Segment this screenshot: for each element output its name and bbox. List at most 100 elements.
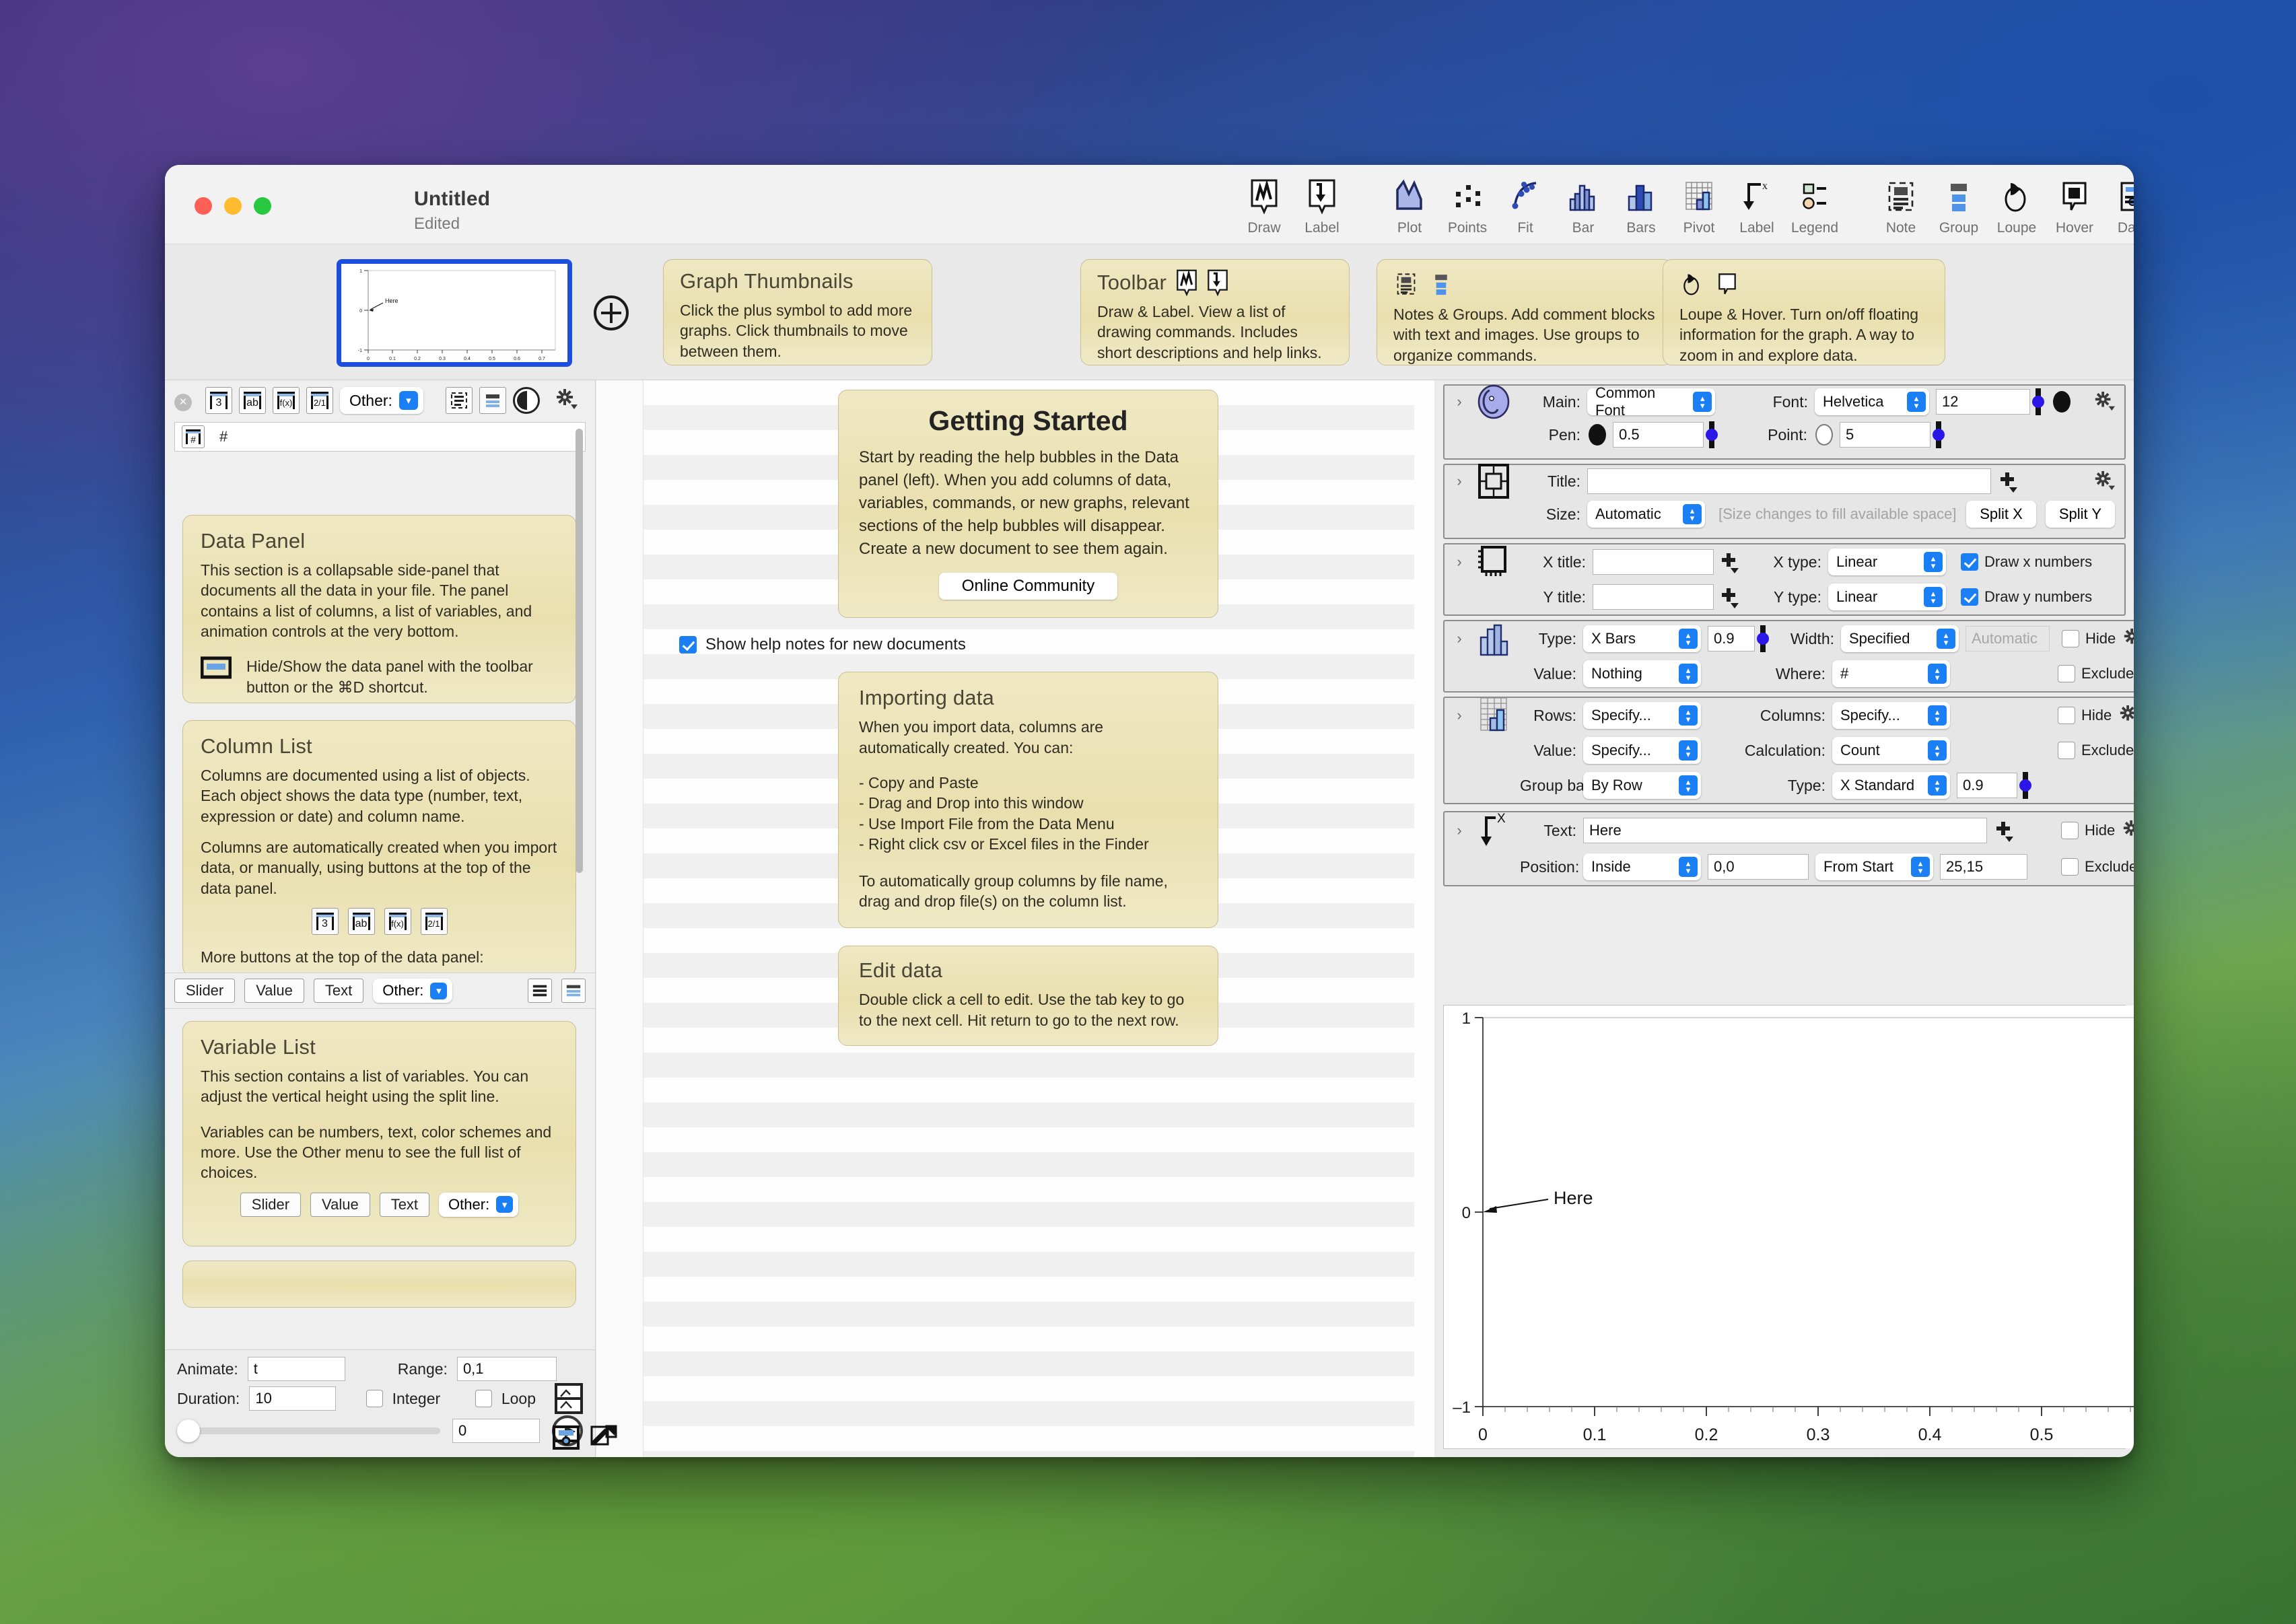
duration-input[interactable]: 10 <box>249 1386 337 1411</box>
bars-type-slider[interactable] <box>1757 625 1769 652</box>
label-delta-input[interactable]: 25,15 <box>1940 854 2027 880</box>
label-hide-checkbox[interactable] <box>2061 822 2079 839</box>
settings-gear-menu[interactable] <box>555 388 578 411</box>
data-view-button[interactable] <box>479 387 506 414</box>
other-column-menu[interactable]: Other: ▾ <box>340 387 423 414</box>
fraction-column-button[interactable]: 2/1 <box>306 387 333 414</box>
draw-x-numbers-row[interactable]: Draw x numbers <box>1961 553 2092 571</box>
toolbar-item-legend[interactable]: Legend <box>1786 177 1844 236</box>
pen-color-swatch[interactable] <box>1589 424 1606 446</box>
pen-width-slider[interactable] <box>1706 421 1718 448</box>
disclosure-arrow-icon[interactable]: › <box>1451 553 1467 571</box>
integer-checkbox[interactable] <box>366 1390 383 1407</box>
label-exclude-row[interactable]: Exclude <box>2061 858 2134 876</box>
bars-hide-checkbox[interactable] <box>2062 630 2079 647</box>
variable-list-view-button[interactable] <box>528 979 552 1003</box>
pivot-type-number-input[interactable]: 0.9 <box>1957 773 2017 798</box>
toolbar-item-draw[interactable]: Draw <box>1235 177 1293 236</box>
add-field-icon[interactable] <box>1999 471 2017 493</box>
toolbar-item-hover[interactable]: Hover <box>2046 177 2103 236</box>
font-size-slider[interactable] <box>2032 388 2044 415</box>
disclosure-arrow-icon[interactable]: › <box>1451 393 1467 411</box>
pen-width-input[interactable]: 0.5 <box>1613 422 1704 448</box>
point-size-input[interactable]: 5 <box>1840 422 1930 448</box>
close-button[interactable] <box>195 197 212 215</box>
range-input[interactable]: 0,1 <box>456 1357 557 1381</box>
pivot-calculation-popup[interactable]: Count ▴ ▾ <box>1832 737 1950 764</box>
section-gear-menu[interactable] <box>2122 628 2134 649</box>
variable-other-menu[interactable]: Other: ▾ <box>439 1192 519 1217</box>
label-offset-input[interactable]: 0,0 <box>1708 854 1809 880</box>
list-view-button[interactable] <box>446 387 473 414</box>
text-column-button[interactable]: ab <box>239 387 266 414</box>
number-column-button[interactable]: 3 <box>311 908 339 935</box>
y-type-popup[interactable]: Linear ▴ ▾ <box>1828 584 1946 610</box>
label-from-popup[interactable]: From Start ▴ ▾ <box>1815 853 1933 880</box>
animate-variable-input[interactable]: t <box>247 1357 345 1381</box>
variable-text-button[interactable]: Text <box>379 1192 430 1217</box>
text-column-button[interactable]: ab <box>347 908 375 935</box>
graph-canvas[interactable]: 10–1 00.10.20.3 0.40.50.60.7 <box>1443 1005 2134 1449</box>
font-popup[interactable]: Helvetica ▴ ▾ <box>1815 388 1929 415</box>
number-column-button[interactable]: 3 <box>205 387 232 414</box>
toolbar-item-label-draw[interactable]: Label <box>1293 177 1351 236</box>
speaker-icon[interactable] <box>513 387 540 414</box>
movie-export-icon[interactable] <box>555 1383 583 1414</box>
variable-view-toggle-icon[interactable] <box>553 1425 580 1450</box>
add-graph-plus-button[interactable] <box>594 295 629 330</box>
toolbar-item-bars[interactable]: Bars <box>1612 177 1670 236</box>
bars-width-popup[interactable]: Specified ▴ ▾ <box>1841 625 1959 652</box>
point-color-swatch[interactable] <box>1815 424 1833 446</box>
resize-panel-icon[interactable] <box>590 1425 617 1450</box>
bars-value-popup[interactable]: Nothing ▴ ▾ <box>1583 660 1701 687</box>
label-hide-row[interactable]: Hide <box>2061 822 2115 839</box>
disclosure-arrow-icon[interactable]: › <box>1451 707 1467 724</box>
point-size-slider[interactable] <box>1933 421 1945 448</box>
toolbar-item-bar[interactable]: Bar <box>1554 177 1612 236</box>
section-gear-menu[interactable] <box>2093 391 2115 413</box>
toolbar-item-axis-label[interactable]: x Label <box>1728 177 1786 236</box>
show-help-notes-checkbox[interactable] <box>679 636 697 654</box>
toolbar-item-plot[interactable]: Plot <box>1381 177 1438 236</box>
add-field-icon[interactable] <box>1720 552 1739 573</box>
close-icon[interactable]: × <box>174 394 192 411</box>
graph-thumbnail[interactable]: 1 0 -1 0 0.1 0.2 0.3 0.4 0.5 0.6 0.7 Here <box>337 259 572 367</box>
bars-hide-row[interactable]: Hide <box>2062 630 2116 647</box>
size-popup[interactable]: Automatic ▴ ▾ <box>1587 501 1705 528</box>
variable-slider-button[interactable]: Slider <box>240 1192 302 1217</box>
variable-value-button[interactable]: Value <box>244 979 304 1003</box>
variable-slider-button[interactable]: Slider <box>174 979 236 1003</box>
frame-title-input[interactable] <box>1587 468 1991 494</box>
expression-column-button[interactable]: f(x) <box>273 387 300 414</box>
font-color-swatch[interactable] <box>2053 391 2071 413</box>
pivot-group-bars-popup[interactable]: By Row ▴ ▾ <box>1583 772 1701 799</box>
slider-knob[interactable] <box>177 1419 200 1442</box>
main-popup[interactable]: Common Font ▴ ▾ <box>1587 384 1715 419</box>
section-gear-menu[interactable] <box>2118 705 2134 726</box>
bars-exclude-row[interactable]: Exclude <box>2058 665 2134 682</box>
toolbar-item-pivot[interactable]: Pivot <box>1670 177 1728 236</box>
draw-y-numbers-checkbox[interactable] <box>1961 588 1978 606</box>
fraction-column-button[interactable]: 2/1 <box>420 908 448 935</box>
add-field-icon[interactable] <box>1995 820 2013 842</box>
pivot-exclude-row[interactable]: Exclude <box>2058 742 2134 759</box>
animation-position-input[interactable]: 0 <box>452 1419 540 1443</box>
bars-type-popup[interactable]: X Bars ▴ ▾ <box>1583 625 1701 652</box>
pivot-exclude-checkbox[interactable] <box>2058 742 2075 759</box>
zoom-button[interactable] <box>254 197 271 215</box>
sheet-scrollbar[interactable] <box>1420 384 1430 1453</box>
section-gear-menu[interactable] <box>2122 820 2134 841</box>
bars-where-popup[interactable]: # ▴ ▾ <box>1832 660 1950 687</box>
loop-checkbox[interactable] <box>475 1390 492 1407</box>
draw-y-numbers-row[interactable]: Draw y numbers <box>1961 588 2092 606</box>
toolbar-item-points[interactable]: Points <box>1438 177 1496 236</box>
font-size-input[interactable]: 12 <box>1936 389 2030 415</box>
pivot-rows-popup[interactable]: Specify... ▴ ▾ <box>1583 702 1701 729</box>
variable-text-button[interactable]: Text <box>313 979 364 1003</box>
add-field-icon[interactable] <box>1720 587 1739 608</box>
pivot-type-popup[interactable]: X Standard ▴ ▾ <box>1832 772 1950 799</box>
pivot-value-popup[interactable]: Specify... ▴ ▾ <box>1583 737 1701 764</box>
pivot-type-slider[interactable] <box>2019 772 2031 799</box>
disclosure-arrow-icon[interactable]: › <box>1451 472 1467 490</box>
toolbar-item-fit[interactable]: Fit <box>1496 177 1554 236</box>
